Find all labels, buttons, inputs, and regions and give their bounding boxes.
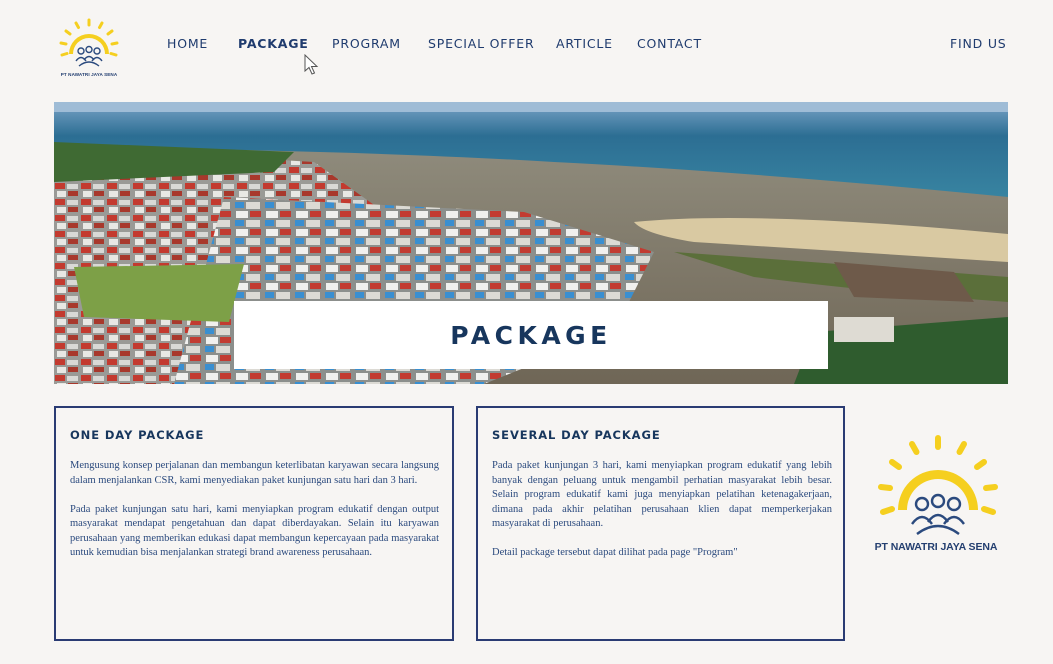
card-title: SEVERAL DAY PACKAGE xyxy=(492,428,661,442)
card-title: ONE DAY PACKAGE xyxy=(70,428,205,442)
nav-contact[interactable]: CONTACT xyxy=(637,36,702,51)
nav-find-us[interactable]: FIND US xyxy=(950,36,1007,51)
one-day-package-card: ONE DAY PACKAGE Mengusung konsep perjala… xyxy=(54,406,454,641)
nav-special-offer[interactable]: SPECIAL OFFER xyxy=(428,36,534,51)
brand-name-small: PT NAWATRI JAYA SENA xyxy=(60,72,118,77)
brand-logo[interactable]: PT NAWATRI JAYA SENA xyxy=(54,16,124,82)
card-paragraph: Mengusung konsep perjalanan dan membangu… xyxy=(70,460,439,486)
nav-program[interactable]: PROGRAM xyxy=(332,36,401,51)
card-body: Mengusung konsep perjalanan dan membangu… xyxy=(70,459,439,575)
card-paragraph: Detail package tersebut dapat dilihat pa… xyxy=(492,547,738,558)
brand-name-large: PT NAWATRI JAYA SENA xyxy=(874,541,998,553)
card-paragraph: Pada paket kunjungan satu hari, kami men… xyxy=(70,503,439,559)
nav-package[interactable]: PACKAGE xyxy=(238,36,309,51)
card-body: Pada paket kunjungan 3 hari, kami menyia… xyxy=(492,459,832,575)
nav-article[interactable]: ARTICLE xyxy=(556,36,613,51)
mouse-cursor-icon xyxy=(304,54,319,75)
sun-people-logo-icon xyxy=(59,18,119,67)
nav-home[interactable]: HOME xyxy=(167,36,208,51)
card-paragraph: Pada paket kunjungan 3 hari, kami menyia… xyxy=(492,460,832,529)
hero-title-box: PACKAGE xyxy=(234,301,828,369)
hero-title: PACKAGE xyxy=(450,320,612,350)
hero-banner: PACKAGE xyxy=(54,102,1008,384)
several-day-package-card: SEVERAL DAY PACKAGE Pada paket kunjungan… xyxy=(476,406,845,641)
